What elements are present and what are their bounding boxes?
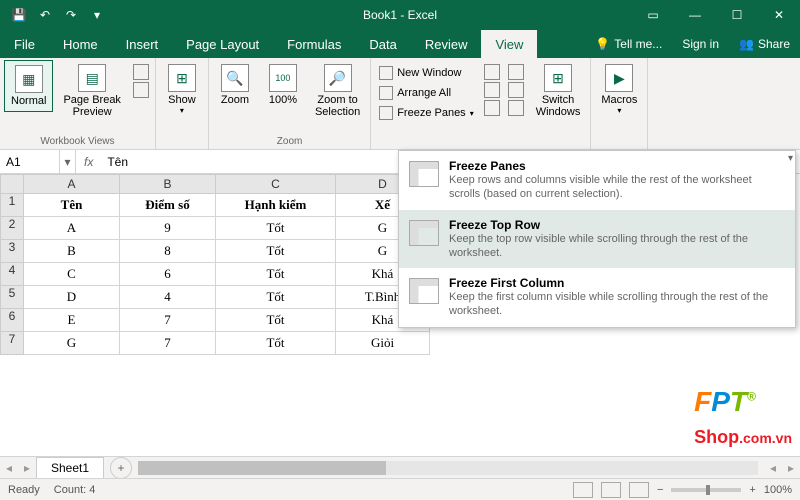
freeze-top-row-item[interactable]: Freeze Top RowKeep the top row visible w… [399, 210, 795, 269]
page-layout-icon[interactable] [133, 64, 149, 80]
col-header-A[interactable]: A [24, 174, 120, 194]
split-icon[interactable] [484, 64, 500, 80]
name-box[interactable]: A1 [0, 150, 60, 173]
freeze-first-column-item[interactable]: Freeze First ColumnKeep the first column… [399, 268, 795, 327]
tab-page-layout[interactable]: Page Layout [172, 30, 273, 58]
zoom-button[interactable]: 🔍Zoom [213, 60, 257, 110]
normal-view-icon[interactable] [573, 482, 593, 498]
ribbon-tabs: File Home Insert Page Layout Formulas Da… [0, 30, 800, 58]
new-window-button[interactable]: New Window [375, 64, 478, 82]
status-bar: Ready Count: 4 − + 100% [0, 478, 800, 500]
hide-icon[interactable] [484, 82, 500, 98]
view-side-icon[interactable] [508, 64, 524, 80]
freeze-panes-icon [409, 161, 439, 187]
scroll-left-icon[interactable]: ◂ [764, 461, 782, 475]
row-header-4[interactable]: 4 [0, 263, 24, 286]
minimize-icon[interactable]: — [674, 0, 716, 30]
col-header-C[interactable]: C [216, 174, 336, 194]
page-break-view-icon[interactable] [629, 482, 649, 498]
fx-icon[interactable]: fx [76, 155, 101, 169]
page-break-preview-button[interactable]: ▤Page Break Preview [57, 60, 126, 122]
add-sheet-button[interactable]: + [110, 457, 132, 479]
group-label-workbook-views: Workbook Views [4, 134, 151, 149]
row-header-1[interactable]: 1 [0, 194, 24, 217]
qat-customize-icon[interactable]: ▾ [86, 4, 108, 26]
arrange-all-button[interactable]: Arrange All [375, 84, 478, 102]
row-header-3[interactable]: 3 [0, 240, 24, 263]
sheet-tabs-bar: ◂ ▸ Sheet1 + ◂ ▸ [0, 456, 800, 478]
redo-icon[interactable]: ↷ [60, 4, 82, 26]
freeze-top-row-icon [409, 220, 439, 246]
tab-review[interactable]: Review [411, 30, 482, 58]
macros-button[interactable]: ▶Macros▾ [595, 60, 643, 119]
status-ready: Ready [8, 484, 40, 496]
show-button[interactable]: ⊞Show▾ [160, 60, 204, 119]
ribbon-options-icon[interactable]: ▭ [632, 0, 674, 30]
dropdown-expand-icon[interactable]: ▾ [788, 153, 793, 164]
zoom-to-selection-button[interactable]: 🔎Zoom to Selection [309, 60, 366, 122]
group-label-zoom: Zoom [213, 134, 366, 149]
tab-formulas[interactable]: Formulas [273, 30, 355, 58]
scroll-right-icon[interactable]: ▸ [782, 461, 800, 475]
freeze-panes-button[interactable]: Freeze Panes▾ [375, 104, 478, 122]
sign-in-button[interactable]: Sign in [672, 30, 729, 58]
share-button[interactable]: 👥Share [729, 30, 800, 58]
tell-me-button[interactable]: 💡Tell me... [585, 30, 672, 58]
close-icon[interactable]: ✕ [758, 0, 800, 30]
tab-file[interactable]: File [0, 30, 49, 58]
row-header-2[interactable]: 2 [0, 217, 24, 240]
zoom-out-icon[interactable]: − [657, 484, 663, 496]
status-count: Count: 4 [54, 484, 96, 496]
custom-views-icon[interactable] [133, 82, 149, 98]
tab-view[interactable]: View [481, 30, 537, 58]
sync-scroll-icon[interactable] [508, 82, 524, 98]
window-title: Book1 - Excel [363, 8, 437, 22]
sheet-nav-prev-icon[interactable]: ◂ [0, 461, 18, 475]
maximize-icon[interactable]: ☐ [716, 0, 758, 30]
sheet-nav-next-icon[interactable]: ▸ [18, 461, 36, 475]
row-header-6[interactable]: 6 [0, 309, 24, 332]
undo-icon[interactable]: ↶ [34, 4, 56, 26]
tab-home[interactable]: Home [49, 30, 112, 58]
switch-windows-button[interactable]: ⊞Switch Windows [530, 60, 587, 122]
titlebar: 💾 ↶ ↷ ▾ Book1 - Excel ▭ — ☐ ✕ [0, 0, 800, 30]
tab-insert[interactable]: Insert [112, 30, 173, 58]
normal-view-button[interactable]: ▦Normal [4, 60, 53, 112]
row-header-7[interactable]: 7 [0, 332, 24, 355]
unhide-icon[interactable] [484, 100, 500, 116]
zoom-100-button[interactable]: 100100% [261, 60, 305, 110]
freeze-first-col-icon [409, 278, 439, 304]
sheet-tab-sheet1[interactable]: Sheet1 [36, 457, 104, 478]
col-header-B[interactable]: B [120, 174, 216, 194]
freeze-panes-item[interactable]: Freeze PanesKeep rows and columns visibl… [399, 151, 795, 210]
freeze-panes-dropdown: ▾ Freeze PanesKeep rows and columns visi… [398, 150, 796, 328]
select-all-corner[interactable] [0, 174, 24, 194]
zoom-level[interactable]: 100% [764, 484, 792, 496]
namebox-dropdown-icon[interactable]: ▾ [60, 150, 76, 173]
reset-pos-icon[interactable] [508, 100, 524, 116]
zoom-slider[interactable] [671, 488, 741, 492]
save-icon[interactable]: 💾 [8, 4, 30, 26]
horizontal-scrollbar[interactable] [138, 461, 758, 475]
row-header-5[interactable]: 5 [0, 286, 24, 309]
zoom-in-icon[interactable]: + [749, 484, 755, 496]
ribbon: ▦Normal ▤Page Break Preview Workbook Vie… [0, 58, 800, 150]
page-layout-view-icon[interactable] [601, 482, 621, 498]
tab-data[interactable]: Data [355, 30, 410, 58]
